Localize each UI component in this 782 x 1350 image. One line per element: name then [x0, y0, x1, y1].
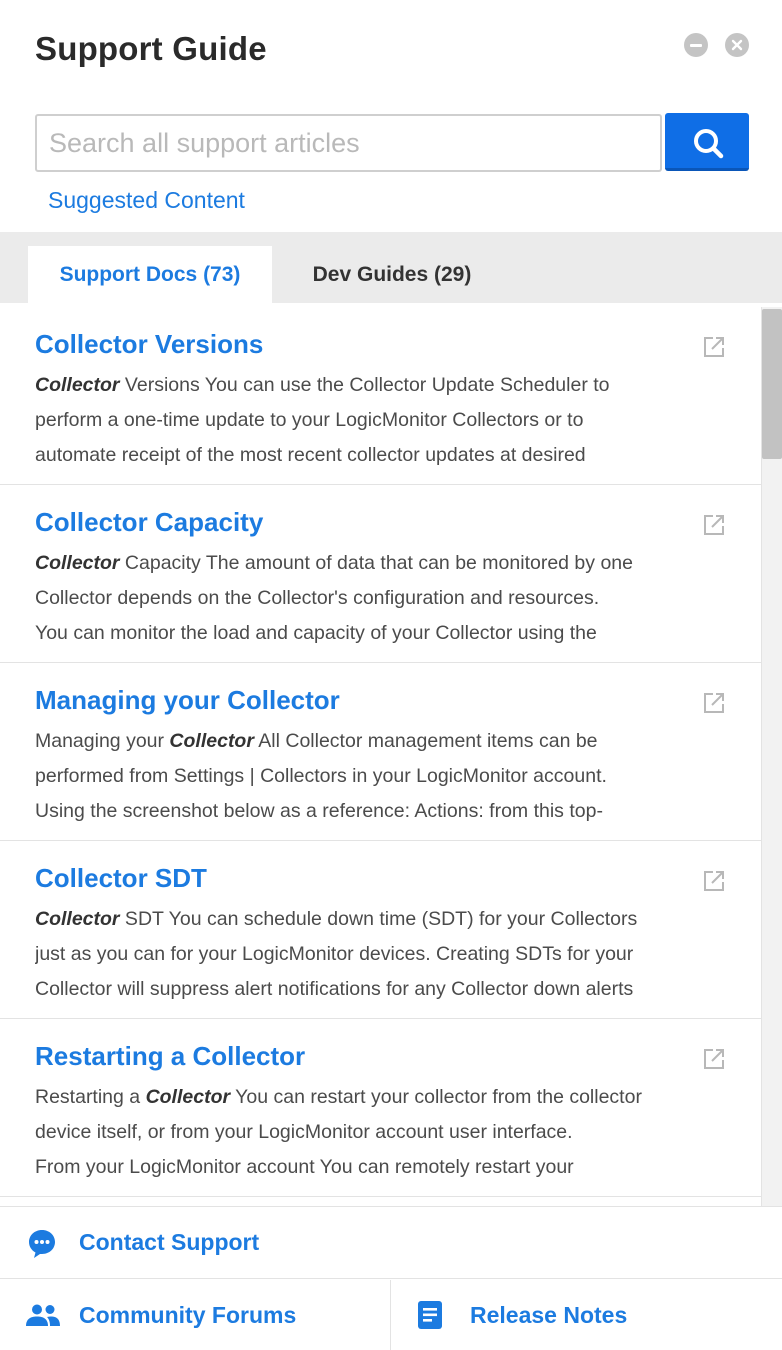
article-item[interactable]: Collector Versions Collector Versions Yo… — [0, 307, 762, 485]
external-link-icon[interactable] — [702, 1047, 726, 1071]
footer: Contact Support Community Forums Release… — [0, 1206, 782, 1350]
snippet-line: Managing your Collector All Collector ma… — [35, 730, 598, 752]
snippet-line: performed from Settings | Collectors in … — [35, 765, 607, 787]
close-icon[interactable] — [725, 33, 749, 57]
snippet-line: Using the screenshot below as a referenc… — [35, 800, 603, 822]
contact-support-label: Contact Support — [79, 1229, 260, 1255]
community-forums-label: Community Forums — [79, 1302, 297, 1328]
article-snippet: Collector SDT You can schedule down time… — [35, 902, 715, 1007]
snippet-line: Collector Capacity The amount of data th… — [35, 552, 633, 574]
external-link-icon[interactable] — [702, 869, 726, 893]
community-forums-button[interactable]: Community Forums — [0, 1280, 391, 1350]
article-title[interactable]: Collector Versions — [35, 329, 263, 360]
search-input[interactable] — [35, 114, 662, 172]
release-notes-label: Release Notes — [470, 1302, 628, 1328]
people-icon — [26, 1304, 60, 1326]
article-item[interactable]: Restarting a Collector Restarting a Coll… — [0, 1019, 762, 1197]
minimize-icon[interactable] — [684, 33, 708, 57]
article-title[interactable]: Collector SDT — [35, 863, 207, 894]
external-link-icon[interactable] — [702, 513, 726, 537]
chat-bubble-icon — [29, 1230, 55, 1258]
snippet-line: device itself, or from your LogicMonitor… — [35, 1121, 573, 1143]
snippet-line: perform a one-time update to your LogicM… — [35, 409, 584, 431]
article-snippet: Collector Versions You can use the Colle… — [35, 368, 715, 473]
tab-dev-guides[interactable]: Dev Guides (29) — [272, 246, 512, 303]
header: Support Guide Suggested Content — [0, 0, 782, 232]
search-button[interactable] — [665, 113, 749, 171]
scrollbar-thumb[interactable] — [762, 309, 782, 459]
snippet-line: From your LogicMonitor account You can r… — [35, 1156, 574, 1178]
snippet-line: You can monitor the load and capacity of… — [35, 622, 597, 644]
suggested-content-link[interactable]: Suggested Content — [48, 187, 245, 214]
release-notes-button[interactable]: Release Notes — [391, 1280, 782, 1350]
article-title[interactable]: Collector Capacity — [35, 507, 263, 538]
snippet-line: automate receipt of the most recent coll… — [35, 444, 586, 466]
article-item[interactable]: Managing your Collector Managing your Co… — [0, 663, 762, 841]
page-title: Support Guide — [35, 30, 267, 67]
article-snippet: Collector Capacity The amount of data th… — [35, 546, 715, 651]
article-snippet: Managing your Collector All Collector ma… — [35, 724, 715, 829]
article-title[interactable]: Restarting a Collector — [35, 1041, 305, 1072]
tab-bar: Support Docs (73) Dev Guides (29) — [0, 232, 782, 303]
tab-support-docs[interactable]: Support Docs (73) — [28, 246, 272, 303]
external-link-icon[interactable] — [702, 691, 726, 715]
document-icon — [418, 1301, 442, 1329]
search-icon — [694, 129, 724, 159]
external-link-icon[interactable] — [702, 335, 726, 359]
snippet-line: Restarting a Collector You can restart y… — [35, 1086, 642, 1108]
snippet-line: Collector depends on the Collector's con… — [35, 587, 600, 609]
snippet-line: Collector Versions You can use the Colle… — [35, 374, 610, 396]
article-list: Collector Versions Collector Versions Yo… — [0, 307, 782, 1197]
article-snippet: Restarting a Collector You can restart y… — [35, 1080, 715, 1185]
article-item[interactable]: Collector SDT Collector SDT You can sche… — [0, 841, 762, 1019]
contact-support-button[interactable]: Contact Support — [0, 1207, 782, 1279]
snippet-line: just as you can for your LogicMonitor de… — [35, 943, 634, 965]
article-title[interactable]: Managing your Collector — [35, 685, 340, 716]
snippet-line: Collector will suppress alert notificati… — [35, 978, 634, 1000]
article-item[interactable]: Collector Capacity Collector Capacity Th… — [0, 485, 762, 663]
snippet-line: Collector SDT You can schedule down time… — [35, 908, 638, 930]
